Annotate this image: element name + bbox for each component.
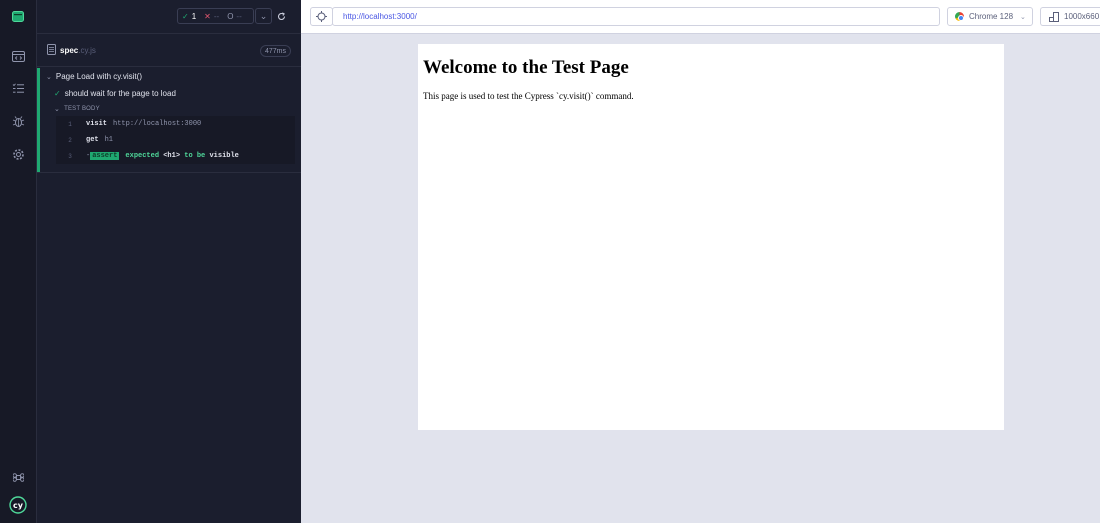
page-heading: Welcome to the Test Page (423, 57, 629, 78)
pending-count: -- (236, 11, 242, 21)
assert-to-be: to be (184, 152, 206, 160)
assert-expected: expected (125, 152, 160, 160)
pending-icon: O (227, 11, 234, 21)
url-bar[interactable]: http://localhost:3000/ (332, 7, 940, 26)
collapse-button[interactable]: ⌄ (255, 8, 272, 24)
chrome-icon (955, 12, 964, 21)
keyboard-shortcuts-icon[interactable] (8, 467, 28, 487)
specs-icon[interactable] (8, 6, 28, 26)
command-number: 3 (68, 152, 72, 160)
suite-block: ⌄ Page Load with cy.visit() ✓ should wai… (37, 68, 301, 172)
test-title: should wait for the page to load (64, 89, 176, 98)
reporter-header: ✓ 1 ✕ -- O -- ⌄ (37, 0, 301, 34)
chevron-down-icon: ⌄ (1020, 13, 1026, 21)
failed-stat: ✕ -- (200, 12, 223, 21)
spec-name: spec.cy.js (60, 46, 96, 55)
viewport-info-button[interactable]: 1000x660 (1040, 7, 1100, 26)
passed-stat: ✓ 1 (178, 12, 200, 21)
browser-selector[interactable]: Chrome 128 ⌄ (947, 7, 1033, 26)
assert-visible: visible (209, 152, 239, 160)
command-number: 2 (68, 136, 72, 144)
command-number: 1 (68, 120, 72, 128)
command-name: get (86, 136, 99, 144)
test-stats: ✓ 1 ✕ -- O -- (177, 8, 254, 24)
command-log: 1 visit http://localhost:3000 2 get h1 3… (56, 116, 295, 164)
spec-row[interactable]: spec.cy.js 477ms (37, 35, 301, 67)
command-message: http://localhost:3000 (113, 120, 202, 128)
check-icon: ✓ (54, 89, 61, 98)
command-row[interactable]: 2 get h1 (56, 132, 295, 148)
refresh-icon (277, 11, 286, 20)
spec-duration: 477ms (259, 45, 291, 57)
pending-stat: O -- (223, 12, 246, 21)
chevron-down-icon: ⌄ (259, 10, 268, 21)
suite-title-row[interactable]: ⌄ Page Load with cy.visit() (46, 72, 142, 81)
svg-text:cy: cy (13, 501, 24, 510)
browser-label: Chrome 128 (969, 12, 1014, 21)
file-icon (47, 44, 56, 55)
x-icon: ✕ (204, 11, 211, 21)
viewport-icon (1049, 11, 1059, 22)
list-icon[interactable] (8, 78, 28, 98)
assert-message: expected <h1> to be visible (125, 152, 238, 160)
page-paragraph: This page is used to test the Cypress `c… (423, 91, 634, 101)
spec-basename: spec (60, 46, 79, 55)
command-row[interactable]: 1 visit http://localhost:3000 (56, 116, 295, 132)
rerun-button[interactable] (273, 8, 290, 24)
crosshair-icon (316, 11, 327, 22)
spec-extension: .cy.js (78, 46, 96, 55)
check-icon: ✓ (182, 11, 189, 21)
preview-area: http://localhost:3000/ Chrome 128 ⌄ 1000… (301, 0, 1100, 523)
divider (37, 172, 301, 173)
debug-icon[interactable] (8, 111, 28, 131)
cypress-logo-icon[interactable]: cy (8, 495, 28, 515)
suite-title: Page Load with cy.visit() (55, 72, 142, 81)
settings-icon[interactable] (8, 144, 28, 164)
chevron-down-icon: ⌄ (46, 73, 52, 81)
command-message: h1 (104, 136, 114, 144)
icon-rail: cy (0, 0, 37, 523)
test-title-row[interactable]: ✓ should wait for the page to load (54, 89, 176, 98)
assert-badge: assert (90, 152, 120, 160)
passed-count: 1 (191, 11, 197, 21)
selector-playground-button[interactable] (310, 7, 333, 26)
chevron-down-icon: ⌄ (54, 106, 61, 113)
app-under-test-frame: Welcome to the Test Page This page is us… (418, 44, 1004, 430)
test-body-label: TEST BODY (64, 106, 100, 112)
viewport-label: 1000x660 (1064, 12, 1100, 21)
failed-count: -- (213, 11, 220, 21)
command-name: visit (86, 120, 108, 128)
command-row[interactable]: 3 - assert expected <h1> to be visible (56, 148, 295, 164)
test-body-toggle[interactable]: ⌄ TEST BODY (54, 105, 100, 113)
preview-toolbar: http://localhost:3000/ Chrome 128 ⌄ 1000… (301, 0, 1100, 34)
assert-element: <h1> (163, 152, 181, 160)
reporter-panel: ✓ 1 ✕ -- O -- ⌄ spec.cy.js 477ms ⌄ Page … (37, 0, 301, 523)
runs-icon[interactable] (8, 46, 28, 66)
